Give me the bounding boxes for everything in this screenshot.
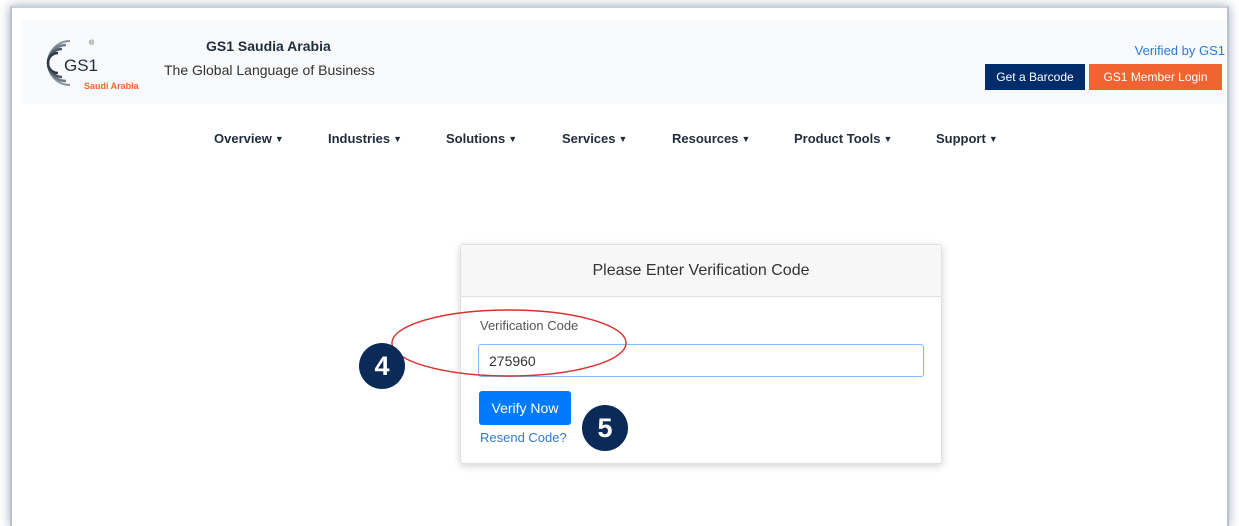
nav-label: Solutions [446, 131, 506, 146]
brand-tagline: The Global Language of Business [164, 62, 375, 78]
chevron-down-icon: ▼ [618, 134, 628, 144]
nav-item-solutions[interactable]: Solutions ▼ [446, 131, 517, 146]
nav-label: Services [562, 131, 616, 146]
card-title: Please Enter Verification Code [592, 261, 810, 279]
chevron-down-icon: ▼ [988, 134, 998, 144]
nav-item-overview[interactable]: Overview ▼ [214, 131, 284, 146]
nav-label: Product Tools [794, 131, 881, 146]
chevron-down-icon: ▼ [508, 134, 518, 144]
nav-label: Overview [214, 131, 272, 146]
logo-text: GS1 [64, 56, 98, 75]
resend-code-link[interactable]: Resend Code? [480, 430, 567, 445]
verified-by-link[interactable]: Verified by GS1 [1135, 43, 1225, 58]
nav-item-resources[interactable]: Resources ▼ [672, 131, 750, 146]
get-barcode-button[interactable]: Get a Barcode [985, 64, 1085, 90]
chevron-down-icon: ▼ [393, 134, 403, 144]
step-4-badge: 4 [359, 343, 405, 389]
logo-subtext: Saudi Arabia [84, 81, 140, 91]
svg-text:®: ® [89, 39, 95, 47]
nav-item-product-tools[interactable]: Product Tools ▼ [794, 131, 892, 146]
nav-item-industries[interactable]: Industries ▼ [328, 131, 402, 146]
member-login-button[interactable]: GS1 Member Login [1089, 64, 1222, 90]
chevron-down-icon: ▼ [883, 134, 893, 144]
nav-label: Resources [672, 131, 739, 146]
gs1-logo[interactable]: GS1 Saudi Arabia ® [36, 31, 154, 93]
nav-item-support[interactable]: Support ▼ [936, 131, 998, 146]
nav-label: Support [936, 131, 986, 146]
step-5-badge: 5 [582, 405, 628, 451]
gs1-logo-icon: GS1 Saudi Arabia ® [46, 39, 140, 91]
brand-title: GS1 Saudia Arabia [206, 38, 331, 54]
chevron-down-icon: ▼ [274, 134, 284, 144]
card-header: Please Enter Verification Code [461, 245, 941, 297]
chevron-down-icon: ▼ [741, 134, 751, 144]
nav-item-services[interactable]: Services ▼ [562, 131, 627, 146]
nav-label: Industries [328, 131, 391, 146]
annotation-ellipse [391, 309, 627, 377]
verify-now-button[interactable]: Verify Now [479, 391, 571, 425]
